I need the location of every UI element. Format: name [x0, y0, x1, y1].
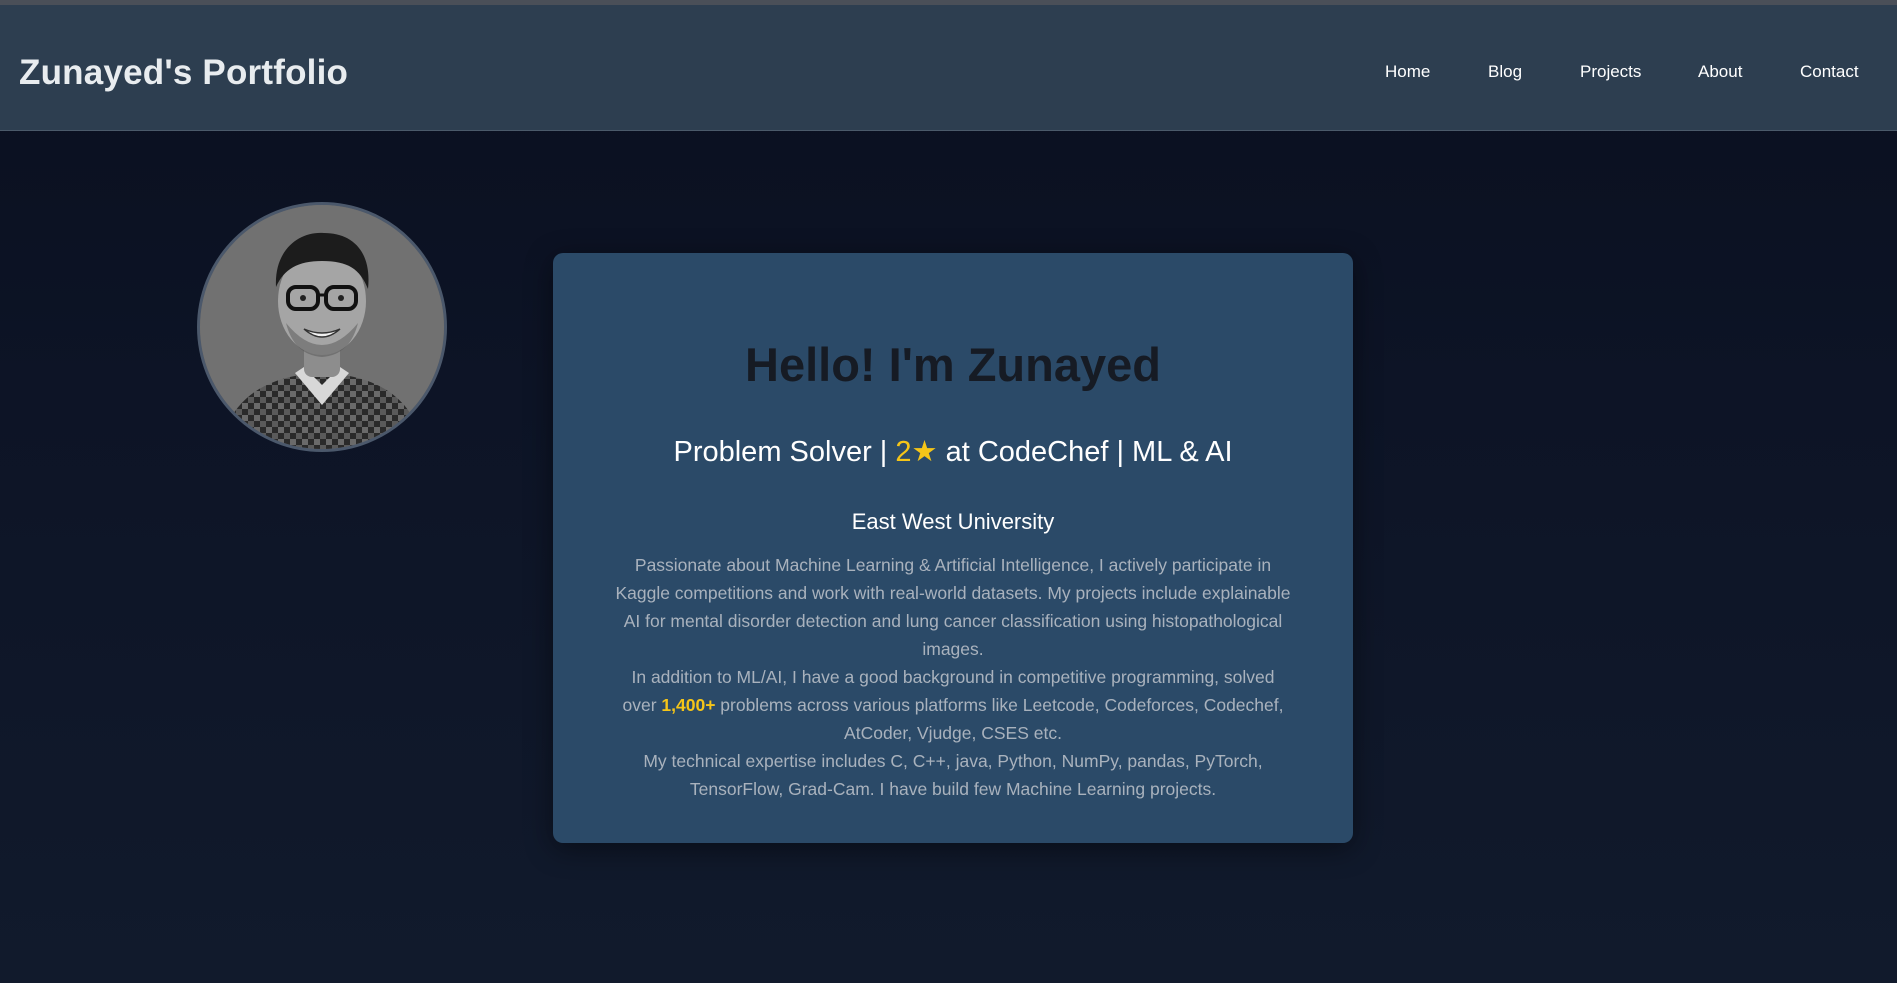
profile-photo-icon: [200, 205, 444, 449]
bio-paragraph-ml: Passionate about Machine Learning & Arti…: [615, 555, 1291, 659]
site-brand[interactable]: Zunayed's Portfolio: [19, 55, 348, 90]
bio-paragraph-skills: My technical expertise includes C, C++, …: [643, 751, 1263, 799]
bio-paragraph-cp: In addition to ML/AI, I have a good back…: [613, 663, 1293, 747]
codechef-rating: 2★: [895, 436, 938, 468]
nav-link-blog[interactable]: Blog: [1488, 63, 1522, 80]
bio-cp-suffix: problems across various platforms like L…: [715, 695, 1284, 743]
nav-link-about[interactable]: About: [1698, 63, 1742, 80]
bio-text: Passionate about Machine Learning & Arti…: [613, 551, 1293, 803]
navbar: Zunayed's Portfolio Home Blog Projects A…: [0, 5, 1897, 131]
tagline-prefix: Problem Solver |: [673, 436, 896, 468]
problems-solved-count: 1,400+: [661, 695, 716, 715]
intro-card: Hello! I'm Zunayed Problem Solver | 2★ a…: [553, 253, 1353, 843]
tagline-suffix: at CodeChef | ML & AI: [937, 436, 1233, 468]
nav-link-home[interactable]: Home: [1385, 63, 1430, 80]
profile-avatar: [197, 202, 447, 452]
nav-link-contact[interactable]: Contact: [1800, 63, 1859, 80]
university-name: East West University: [851, 509, 1055, 534]
greeting-heading: Hello! I'm Zunayed: [745, 338, 1161, 391]
tagline: Problem Solver | 2★ at CodeChef | ML & A…: [553, 438, 1353, 467]
nav-link-projects[interactable]: Projects: [1580, 63, 1641, 80]
